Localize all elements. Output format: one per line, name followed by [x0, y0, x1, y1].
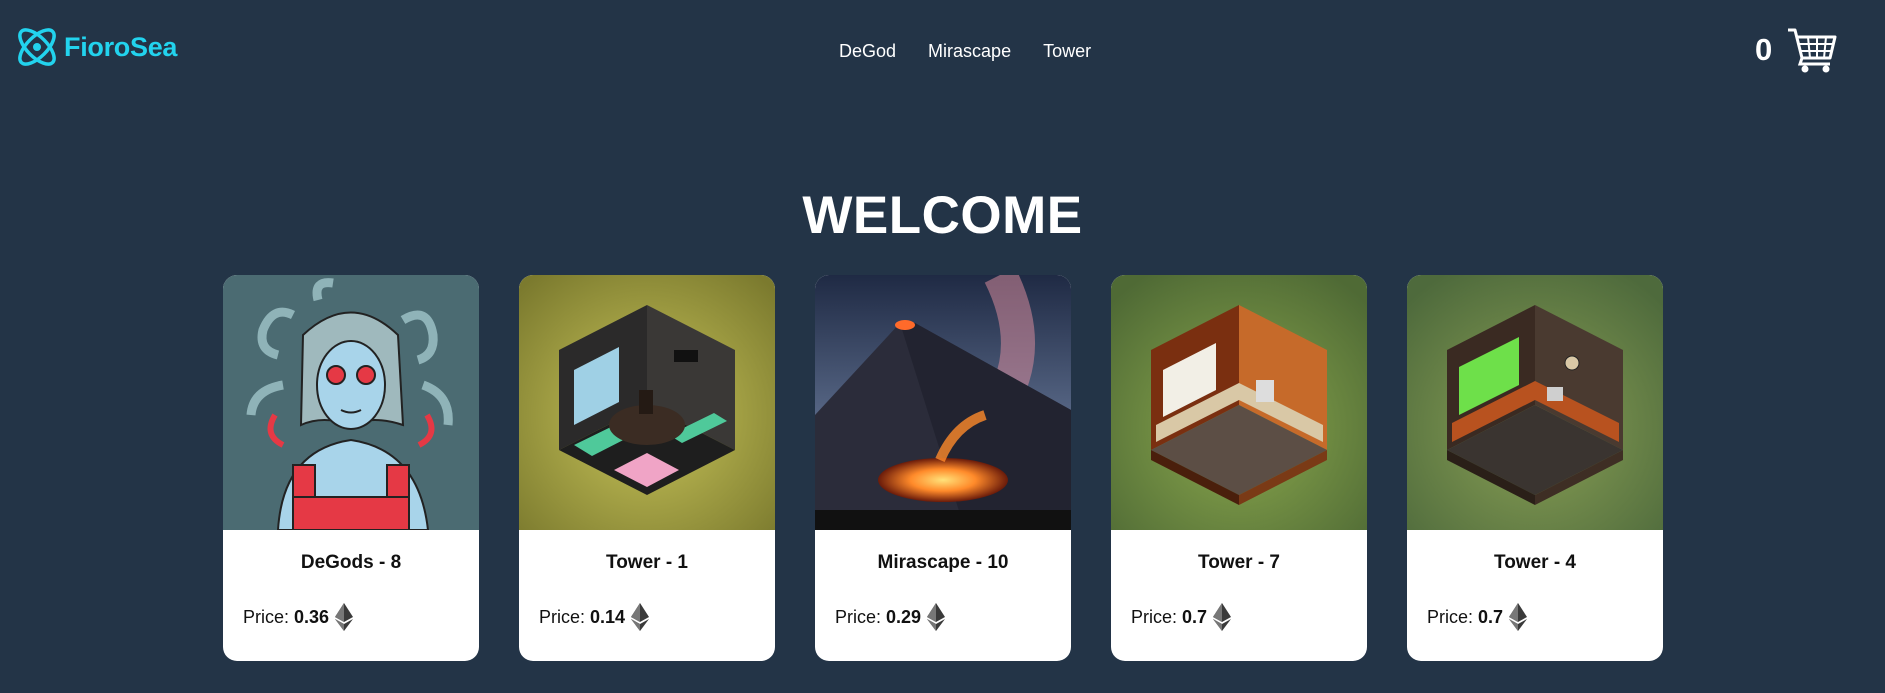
nft-card-price: Price: 0.29	[815, 602, 1071, 632]
cart-count: 0	[1755, 32, 1773, 67]
nft-card-title: Tower - 1	[606, 552, 688, 573]
nft-card-price: Price: 0.14	[519, 602, 775, 632]
nft-image-orange-kitchen	[1111, 275, 1367, 530]
nft-image-volcano	[815, 275, 1071, 530]
main-nav: DeGod Mirascape Tower	[839, 41, 1091, 62]
nft-card-price: Price: 0.7	[1111, 602, 1367, 632]
ethereum-icon	[631, 603, 650, 631]
nft-card-price: Price: 0.7	[1407, 602, 1663, 632]
nft-card[interactable]: Tower - 4 Price: 0.7	[1407, 275, 1663, 661]
page-title: WELCOME	[802, 186, 1083, 245]
price-label: Price:	[243, 606, 290, 627]
nft-card-price: Price: 0.36	[223, 602, 479, 632]
nft-image-green-kitchen	[1407, 275, 1663, 530]
price-value: 0.7	[1182, 606, 1208, 627]
price-value: 0.36	[294, 606, 330, 627]
nav-link-degod[interactable]: DeGod	[839, 41, 896, 62]
ethereum-icon	[927, 603, 946, 631]
ethereum-icon	[335, 603, 354, 631]
nft-card-title: Tower - 4	[1494, 552, 1576, 573]
cart-button[interactable]: 0	[1755, 26, 1838, 74]
price-label: Price:	[1131, 606, 1178, 627]
ethereum-icon	[1509, 603, 1528, 631]
nft-card-title: DeGods - 8	[300, 552, 402, 573]
price-label: Price:	[835, 606, 882, 627]
nft-card[interactable]: Mirascape - 10 Price: 0.29	[815, 275, 1071, 661]
price-value: 0.7	[1478, 606, 1504, 627]
price-label: Price:	[1427, 606, 1474, 627]
ethereum-icon	[1213, 603, 1232, 631]
nft-card[interactable]: Tower - 1 Price: 0.14	[519, 275, 775, 661]
nft-card-list: DeGods - 8 Price: 0.36 Tower - 1 Price: …	[223, 275, 1663, 661]
shopping-cart-icon	[1788, 28, 1837, 73]
nft-image-meeting-room	[519, 275, 775, 530]
nav-link-tower[interactable]: Tower	[1043, 41, 1091, 62]
price-value: 0.14	[590, 606, 626, 627]
brand-name: FioroSea	[64, 31, 178, 62]
nav-link-mirascape[interactable]: Mirascape	[928, 41, 1011, 62]
nft-card[interactable]: DeGods - 8 Price: 0.36	[223, 275, 479, 661]
brand-logo[interactable]: FioroSea	[12, 22, 177, 72]
nft-card-title: Mirascape - 10	[877, 552, 1009, 573]
nft-image-medusa	[223, 275, 479, 530]
nft-card[interactable]: Tower - 7 Price: 0.7	[1111, 275, 1367, 661]
price-value: 0.29	[886, 606, 922, 627]
nft-card-title: Tower - 7	[1198, 552, 1280, 573]
price-label: Price:	[539, 606, 586, 627]
atom-logo-icon	[18, 28, 56, 66]
